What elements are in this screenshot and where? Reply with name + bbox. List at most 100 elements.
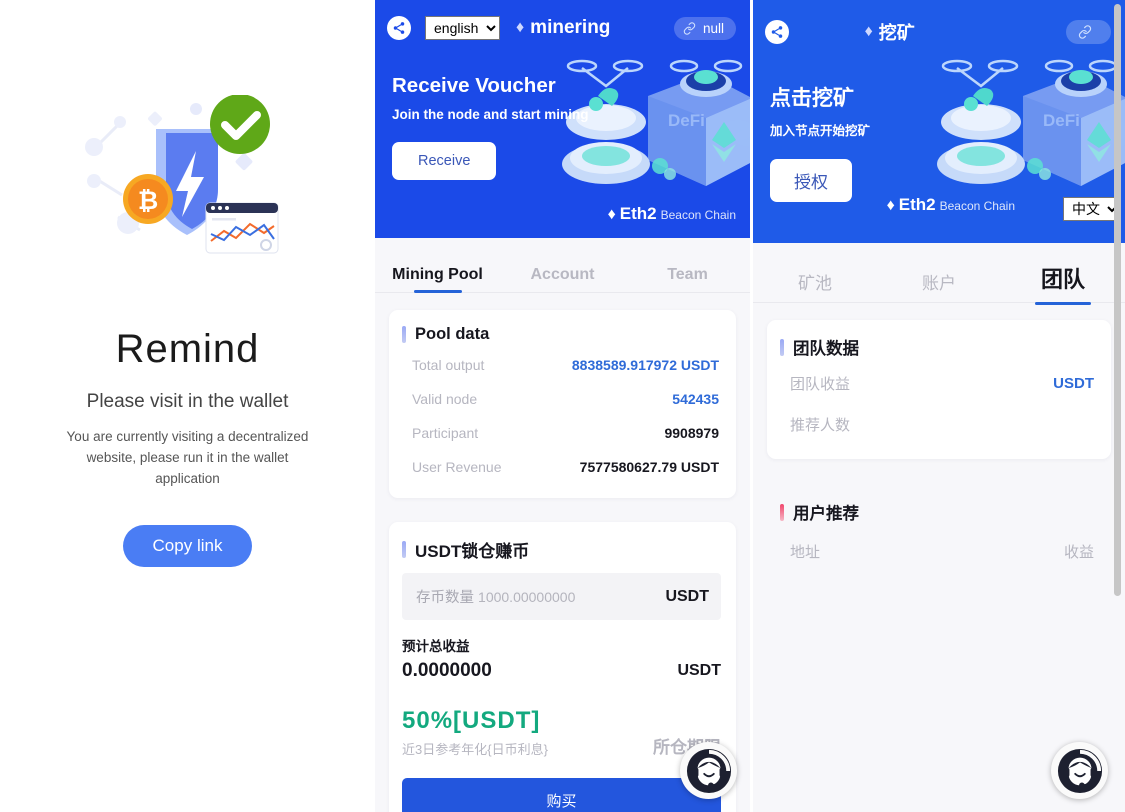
customer-service-icon [686, 748, 731, 793]
hero-subtitle: 加入节点开始挖矿 [770, 124, 871, 138]
row-label: Total output [412, 357, 485, 373]
remind-subtitle: Please visit in the wallet [86, 391, 289, 412]
estimate-value: 0.0000000 [402, 660, 492, 681]
deposit-unit-label: USDT [665, 587, 709, 605]
customer-service-icon [1057, 748, 1102, 793]
user-referral-card: 用户推荐 地址 收益 [767, 485, 1111, 586]
shield-illustration: ₿ [78, 95, 298, 270]
team-data-title-row: 团队数据 [780, 335, 1096, 359]
customer-service-button[interactable] [1051, 742, 1108, 799]
deposit-placeholder-label: 存币数量 [416, 590, 474, 606]
tab-mining-pool[interactable]: Mining Pool [375, 266, 500, 292]
wallet-address-chip[interactable]: null [673, 16, 736, 40]
apy-block: 50%[USDT] 近3日参考年化{日币利息} [402, 707, 548, 758]
buy-button[interactable]: 购买 [402, 778, 721, 812]
row-value: 7577580627.79 USDT [579, 459, 719, 475]
link-icon [1078, 25, 1092, 39]
row-value: USDT [1053, 375, 1094, 392]
lock-card-title: USDT锁仓赚币 [415, 542, 530, 561]
referral-title-row: 用户推荐 [780, 500, 1096, 524]
mid-tab-bar: Mining Pool Account Team [375, 238, 750, 293]
sidebar-item-mining-pool[interactable]: 矿池 [753, 269, 877, 302]
row-label: 团队收益 [790, 376, 851, 393]
pool-data-title-row: Pool data [402, 325, 721, 344]
wallet-address-label: null [702, 20, 724, 36]
app-screen: ₿ Remind Please visit in the wallet You … [0, 0, 1125, 812]
deposit-amount-field[interactable]: 存币数量 1000.00000000 USDT [402, 573, 721, 620]
eth2-label: Eth2 [898, 195, 936, 214]
table-row: 团队收益 USDT [780, 363, 1096, 404]
column-header-revenue: 收益 [1063, 544, 1094, 561]
ethereum-icon: ♦ [864, 23, 873, 40]
apy-percent: 50%[USDT] [402, 707, 541, 734]
receive-button[interactable]: Receive [392, 142, 497, 180]
accent-bar-icon [780, 503, 784, 521]
ethereum-diamond-icon: ♦ [607, 206, 616, 223]
deposit-placeholder-value: 1000.00000000 [478, 589, 576, 605]
row-label: Valid node [412, 391, 478, 407]
beacon-chain-label: Beacon Chain [939, 199, 1015, 213]
cn-header-bar: ♦ 挖矿 [753, 0, 1125, 44]
row-label: 推荐人数 [790, 417, 851, 434]
shield-artwork-svg: ₿ [84, 95, 278, 254]
table-row: User Revenue 7577580627.79 USDT [402, 450, 721, 484]
team-data-card: 团队数据 团队收益 USDT 推荐人数 [767, 320, 1111, 459]
hero-subtitle: Join the node and start mining [392, 107, 589, 122]
referral-table-header: 地址 收益 [780, 528, 1096, 572]
accent-bar-icon [402, 541, 406, 558]
row-label: Participant [412, 425, 479, 441]
share-icon[interactable] [387, 16, 411, 40]
svg-text:₿: ₿ [137, 187, 157, 215]
cn-hero-content: 点击挖矿 加入节点开始挖矿 授权 [753, 44, 1125, 202]
mid-header-bar: english ♦ minering null [375, 0, 750, 44]
vertical-scrollbar[interactable] [1114, 4, 1121, 596]
remind-panel: ₿ Remind Please visit in the wallet You … [0, 0, 375, 812]
team-data-title: 团队数据 [793, 340, 859, 358]
accent-bar-icon [780, 338, 784, 356]
share-icon[interactable] [765, 20, 789, 44]
authorize-button[interactable]: 授权 [770, 159, 852, 202]
wallet-address-chip[interactable] [1066, 20, 1111, 44]
tab-team[interactable]: Team [625, 266, 750, 292]
estimate-row: 0.0000000 USDT [402, 660, 721, 682]
row-value: 8838589.917972 USDT [571, 357, 719, 373]
tab-account[interactable]: Account [500, 266, 625, 292]
ethereum-icon: ♦ [516, 19, 525, 36]
sidebar-item-team[interactable]: 团队 [1001, 262, 1125, 302]
pool-data-title: Pool data [415, 325, 490, 343]
mid-hero-banner: DeFi english ♦ minering null Receive Vou… [375, 0, 750, 238]
pool-data-card: Pool data Total output 8838589.917972 US… [389, 310, 736, 498]
apy-note: 近3日参考年化{日币利息} [402, 742, 548, 757]
brand-title: ♦ minering [516, 17, 610, 39]
lock-card-title-row: USDT锁仓赚币 [402, 537, 721, 562]
estimate-unit-label: USDT [677, 662, 721, 679]
cn-hero-banner: DeFi ♦ 挖矿 点击挖矿 加入节点开始挖矿 授权 ♦ Eth2 Beacon… [753, 0, 1125, 243]
row-value: 542435 [672, 391, 719, 407]
copy-link-button[interactable]: Copy link [122, 525, 253, 567]
eth2-beacon-chain-mark: ♦ Eth2 Beacon Chain [608, 204, 736, 224]
hero-title: Receive Voucher [392, 74, 556, 97]
language-select[interactable]: english [425, 16, 500, 40]
sidebar-item-account[interactable]: 账户 [877, 269, 1001, 302]
language-select[interactable]: 中文 [1063, 197, 1121, 221]
table-row: Participant 9908979 [402, 416, 721, 450]
beacon-chain-label: Beacon Chain [660, 208, 736, 222]
brand-label: minering [530, 17, 611, 38]
mining-cn-panel: DeFi ♦ 挖矿 点击挖矿 加入节点开始挖矿 授权 ♦ Eth2 Beacon… [750, 0, 1125, 812]
eth2-beacon-chain-mark: ♦ Eth2 Beacon Chain [887, 195, 1015, 215]
table-row: 推荐人数 [780, 404, 1096, 445]
column-header-address: 地址 [790, 544, 821, 561]
referral-title: 用户推荐 [793, 505, 859, 523]
mid-hero-content: Receive Voucher Join the node and start … [375, 44, 750, 180]
ethereum-diamond-icon: ♦ [886, 197, 895, 214]
brand-title: ♦ 挖矿 [865, 19, 915, 45]
customer-service-button[interactable] [680, 742, 737, 799]
minering-panel: DeFi english ♦ minering null Receive Vou… [375, 0, 750, 812]
page-title: Remind [115, 327, 260, 371]
row-label: User Revenue [412, 459, 502, 475]
remind-description: You are currently visiting a decentraliz… [66, 429, 309, 486]
hero-title: 点击挖矿 [770, 87, 854, 110]
deposit-amount-placeholder: 存币数量 1000.00000000 [416, 586, 575, 607]
accent-bar-icon [402, 326, 406, 343]
cn-tab-bar: 矿池 账户 团队 [753, 243, 1125, 303]
